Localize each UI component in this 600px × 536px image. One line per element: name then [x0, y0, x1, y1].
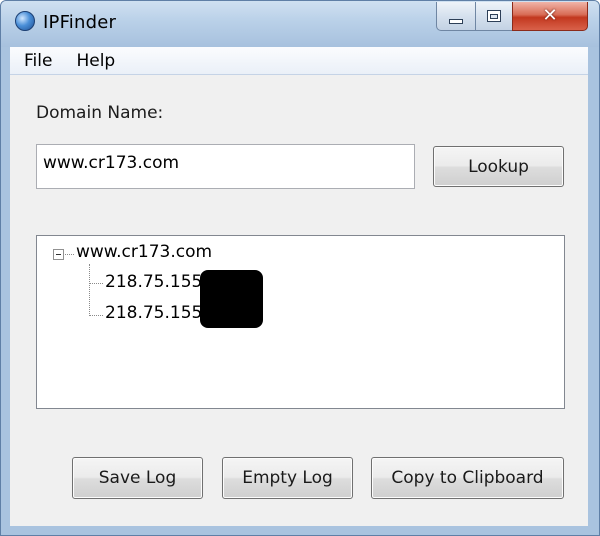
domain-name-label: Domain Name: [36, 103, 164, 123]
tree-connector [89, 283, 103, 284]
maximize-button[interactable] [475, 2, 513, 31]
client-area: Domain Name: Lookup www.cr173.com 218.75… [10, 75, 588, 526]
redaction-box [200, 270, 263, 328]
tree-connector [89, 315, 103, 316]
app-window: IPFinder ✕ File Help Domain Name: Lookup… [0, 0, 600, 536]
tree-root-item[interactable]: www.cr173.com [76, 242, 212, 262]
collapse-icon[interactable] [53, 249, 64, 260]
tree-connector [89, 264, 90, 316]
title-bar[interactable]: IPFinder ✕ [1, 1, 599, 47]
window-title: IPFinder [43, 12, 117, 33]
minimize-icon [449, 18, 463, 24]
copy-to-clipboard-button[interactable]: Copy to Clipboard [371, 457, 564, 499]
empty-log-button[interactable]: Empty Log [222, 457, 353, 499]
menu-help[interactable]: Help [70, 51, 121, 71]
globe-icon [15, 11, 35, 31]
results-tree[interactable]: www.cr173.com 218.75.155 218.75.155 [36, 235, 565, 409]
close-icon: ✕ [542, 5, 558, 26]
menu-file[interactable]: File [18, 51, 58, 71]
save-log-button[interactable]: Save Log [72, 457, 203, 499]
menu-bar: File Help [10, 47, 588, 75]
domain-input[interactable] [36, 144, 415, 189]
tree-connector [65, 254, 74, 255]
tree-child-item[interactable]: 218.75.155 [105, 303, 202, 323]
maximize-icon [487, 10, 501, 22]
minimize-button[interactable] [436, 2, 476, 31]
tree-child-item[interactable]: 218.75.155 [105, 272, 202, 292]
close-button[interactable]: ✕ [512, 2, 588, 31]
lookup-button[interactable]: Lookup [433, 146, 564, 187]
